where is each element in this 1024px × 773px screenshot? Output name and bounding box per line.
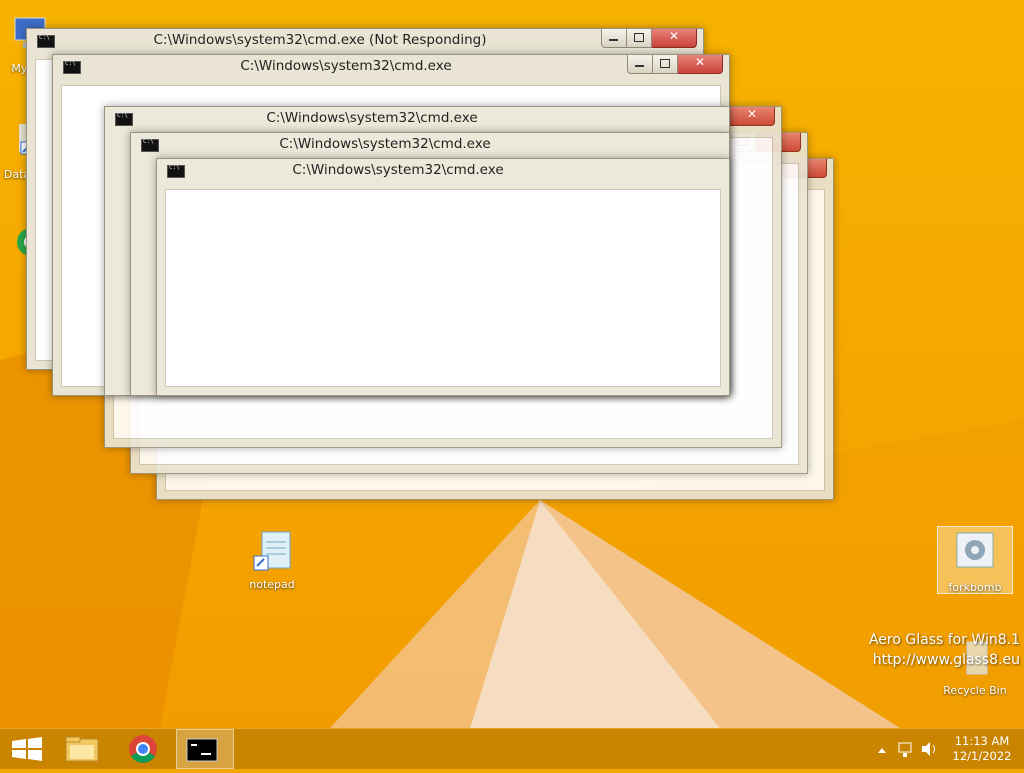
close-button[interactable] — [730, 107, 775, 126]
aero-glass-watermark: Aero Glass for Win8.1 http://www.glass8.… — [850, 630, 1020, 670]
cmd-icon — [63, 60, 81, 74]
clock[interactable]: 11:13 AM 12/1/2022 — [944, 734, 1020, 764]
recycle-bin-label: Recycle Bin — [943, 684, 1007, 697]
cmd-taskbar-button[interactable] — [176, 729, 234, 769]
cmd-icon — [37, 34, 55, 48]
cmd-icon — [186, 738, 218, 762]
window-title: C:\Windows\system32\cmd.exe (Not Respond… — [153, 32, 487, 48]
console-area[interactable] — [165, 189, 721, 387]
speaker-icon — [922, 742, 935, 756]
close-button[interactable] — [678, 55, 723, 74]
chrome-button[interactable] — [116, 729, 172, 769]
forkbomb-file-icon[interactable]: forkbomb — [937, 526, 1013, 594]
cmd-icon — [115, 112, 133, 126]
minimize-button[interactable] — [627, 55, 653, 74]
chevron-up-icon — [878, 748, 886, 753]
maximize-button[interactable] — [653, 55, 678, 74]
cmd-window-front[interactable]: C:\Windows\system32\cmd.exe — [156, 158, 730, 396]
maximize-button[interactable] — [627, 29, 652, 48]
window-title: C:\Windows\system32\cmd.exe — [292, 162, 504, 178]
clock-date: 12/1/2022 — [952, 749, 1012, 763]
network-icon[interactable] — [894, 729, 916, 769]
notepad-shortcut-icon[interactable]: notepad — [237, 528, 307, 591]
cmd-icon — [141, 138, 159, 152]
volume-icon[interactable] — [918, 729, 940, 769]
cmd-icon — [167, 164, 185, 178]
forkbomb-label: forkbomb — [948, 581, 1002, 594]
close-button[interactable] — [652, 29, 697, 48]
title-bar[interactable]: C:\Windows\system32\cmd.exe — [157, 159, 729, 181]
watermark-line2: http://www.glass8.eu — [872, 652, 1020, 668]
gear-icon — [951, 531, 999, 579]
desktop: My C Data G C notepad forkbomb Recycle B… — [0, 0, 1024, 728]
title-bar[interactable]: C:\Windows\system32\cmd.exe — [105, 107, 729, 129]
window-title: C:\Windows\system32\cmd.exe — [279, 136, 491, 152]
network-icon-shape — [898, 742, 912, 757]
notepad-label: notepad — [249, 578, 295, 591]
notepad-icon — [248, 528, 296, 576]
show-hidden-icons-button[interactable] — [874, 729, 890, 769]
window-title: C:\Windows\system32\cmd.exe — [240, 58, 452, 74]
start-button[interactable] — [0, 729, 56, 769]
watermark-line1: Aero Glass for Win8.1 — [868, 632, 1020, 648]
windows-logo-icon — [12, 737, 42, 761]
window-title: C:\Windows\system32\cmd.exe — [266, 110, 478, 126]
taskbar: 11:13 AM 12/1/2022 — [0, 728, 1024, 769]
clock-time: 11:13 AM — [954, 734, 1010, 748]
minimize-button[interactable] — [601, 29, 627, 48]
chrome-icon — [129, 735, 157, 763]
file-explorer-button[interactable] — [56, 729, 112, 769]
title-bar[interactable]: C:\Windows\system32\cmd.exe — [131, 133, 729, 155]
folder-icon — [65, 736, 99, 762]
